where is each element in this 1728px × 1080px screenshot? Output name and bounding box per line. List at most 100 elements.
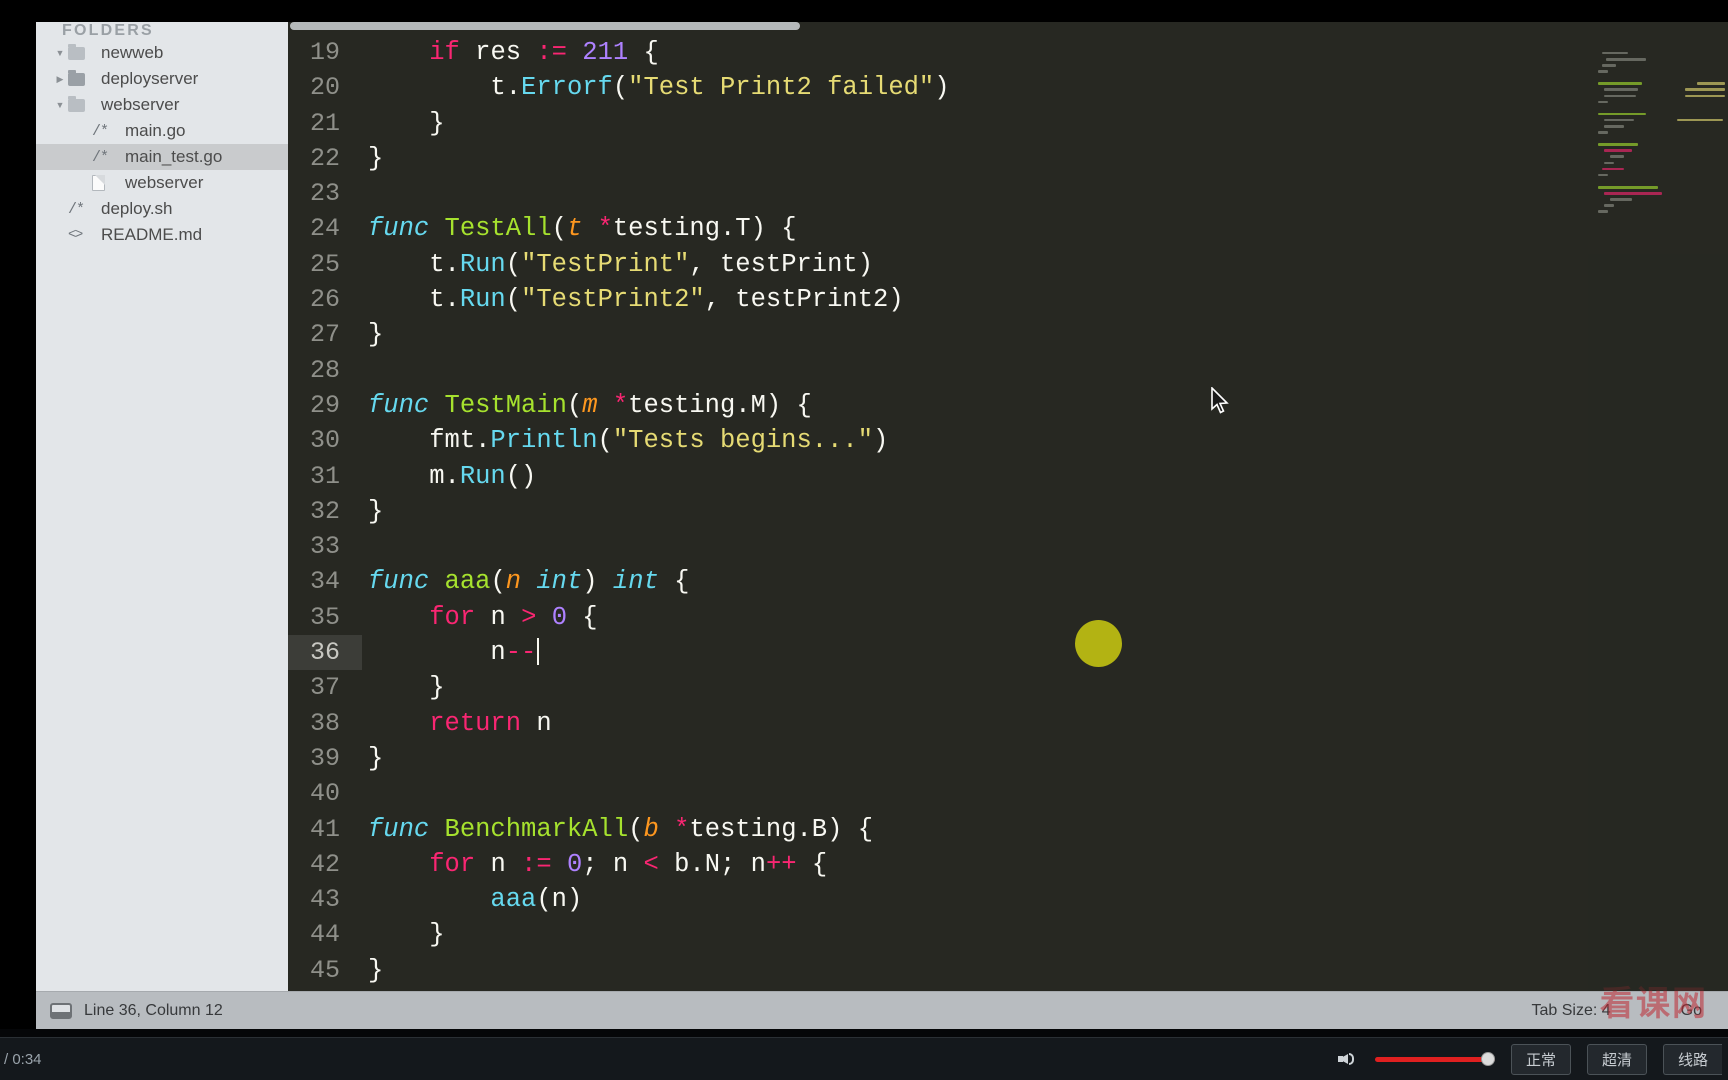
syntax-mode-label[interactable]: Go	[1681, 1002, 1702, 1020]
code-line[interactable]: 31 m.Run()	[288, 459, 1728, 494]
token-fn: TestMain	[444, 390, 567, 420]
code-line-source: }	[362, 106, 1728, 141]
token-kw: :=	[536, 38, 567, 67]
line-number: 36	[288, 635, 362, 671]
letterbox-bottom	[0, 1029, 1728, 1037]
player-right-controls[interactable]: 正常 超清 线路	[1337, 1043, 1728, 1075]
token-star: *	[597, 214, 613, 244]
line-number: 26	[309, 285, 340, 315]
code-line-source: func aaa(n int) int {	[362, 564, 1728, 599]
folder-icon	[68, 95, 92, 112]
code-line[interactable]: 28	[288, 353, 1728, 388]
chevron-right-icon[interactable]: ▶	[52, 74, 68, 85]
code-line[interactable]: 30 fmt.Println("Tests begins...")	[288, 423, 1728, 458]
cursor-position-label: Line 36, Column 12	[84, 1001, 223, 1019]
code-line[interactable]: 35 for n > 0 {	[288, 600, 1728, 635]
token-plain: }	[368, 496, 384, 526]
token-plain: (	[505, 249, 522, 279]
token-plain: }	[368, 920, 445, 950]
token-plain: }	[368, 955, 384, 985]
token-kw: ++	[765, 849, 797, 879]
horizontal-scrollbar[interactable]	[290, 22, 800, 30]
token-meth: Run	[459, 461, 506, 491]
token-fn: BenchmarkAll	[444, 814, 629, 844]
code-line[interactable]: 45}	[288, 953, 1728, 988]
code-lines[interactable]: 19 if res := 211 {20 t.Errorf("Test Prin…	[288, 35, 1728, 991]
token-plain: ()	[505, 461, 537, 491]
file-tree[interactable]: ▼ newweb ▶ deployserver ▼ webserver/* main.go /…	[36, 40, 288, 248]
line-number: 43	[309, 885, 340, 915]
tree-item-main-test-go[interactable]: /* main_test.go	[36, 144, 288, 170]
code-line[interactable]: 43 aaa(n)	[288, 882, 1728, 917]
code-line[interactable]: 29 func TestMain(m *testing.M) {	[288, 388, 1728, 423]
tree-item-webserver[interactable]: ▼ webserver	[36, 92, 288, 118]
tree-item-deploy-sh[interactable]: /* deploy.sh	[36, 196, 288, 222]
code-line[interactable]: 25 t.Run("TestPrint", testPrint)	[288, 247, 1728, 282]
chevron-down-icon[interactable]: ▼	[52, 100, 68, 110]
code-line[interactable]: 21 }	[288, 106, 1728, 141]
quality-line-button[interactable]: 线路	[1662, 1043, 1722, 1075]
video-player-controls[interactable]: / 0:34 正常 超清 线路	[0, 1037, 1728, 1080]
tree-item-deployserver[interactable]: ▶ deployserver	[36, 66, 288, 92]
line-number: 33	[309, 532, 340, 562]
tree-item-webserver[interactable]: webserver	[36, 170, 288, 196]
tab-size-label[interactable]: Tab Size: 4	[1532, 1002, 1611, 1020]
quality-hd-button[interactable]: 超清	[1586, 1043, 1647, 1075]
token-num: 0	[566, 849, 583, 879]
code-line[interactable]: 34 func aaa(n int) int {	[288, 564, 1728, 599]
token-kwf: func	[368, 214, 445, 244]
quality-normal-button[interactable]: 正常	[1510, 1043, 1571, 1075]
tree-item-label: webserver	[101, 95, 180, 114]
code-line[interactable]: 32}	[288, 494, 1728, 529]
file-tree-sidebar[interactable]: FOLDERS ▼ newweb ▶ deployserver ▼ webserver /*…	[36, 22, 288, 991]
code-line[interactable]: 23	[288, 176, 1728, 211]
code-line[interactable]: 26 t.Run("TestPrint2", testPrint2)	[288, 282, 1728, 317]
go-file-icon: /*	[92, 122, 109, 140]
letterbox-left	[0, 0, 36, 1037]
tree-item-label: deployserver	[101, 69, 199, 88]
token-plain: t.	[368, 285, 460, 315]
tree-item-newweb[interactable]: ▼ newweb	[36, 40, 288, 66]
tree-item-label: newweb	[101, 43, 164, 62]
token-plain: {	[628, 38, 659, 67]
code-line[interactable]: 36 n--	[288, 635, 1728, 671]
line-number: 41	[309, 814, 340, 844]
code-line[interactable]: 22}	[288, 141, 1728, 176]
token-plain: }	[368, 108, 445, 138]
letterbox-top	[0, 0, 1728, 22]
tree-item-label: webserver	[125, 173, 204, 192]
token-star: *	[674, 814, 690, 844]
tree-item-readme-md[interactable]: <> README.md	[36, 222, 288, 248]
token-plain: ) {	[750, 214, 797, 244]
token-kwf: int	[612, 567, 659, 597]
volume-speaker-icon[interactable]	[1337, 1048, 1359, 1070]
code-line-source: n--	[362, 635, 1728, 670]
line-number: 23	[309, 179, 340, 209]
line-number: 27	[309, 320, 340, 350]
code-line[interactable]: 33	[288, 529, 1728, 564]
code-line[interactable]: 42 for n := 0; n < b.N; n++ {	[288, 847, 1728, 882]
chevron-down-icon[interactable]: ▼	[52, 48, 68, 58]
tree-item-main-go[interactable]: /* main.go	[36, 118, 288, 144]
token-meth: aaa	[490, 885, 537, 915]
code-line[interactable]: 24 func TestAll(t *testing.T) {	[288, 211, 1728, 246]
code-pane[interactable]: 19 if res := 211 {20 t.Errorf("Test Prin…	[288, 22, 1728, 991]
go-file-icon: /*	[68, 200, 85, 218]
volume-slider[interactable]	[1374, 1051, 1495, 1067]
code-line-source: func TestAll(t *testing.T) {	[362, 211, 1728, 246]
code-line[interactable]: 39}	[288, 741, 1728, 776]
code-line[interactable]: 19 if res := 211 {	[288, 35, 1728, 70]
token-plain: ) {	[765, 390, 812, 420]
code-line[interactable]: 37 }	[288, 670, 1728, 705]
token-par: m	[582, 390, 613, 420]
code-line[interactable]: 40	[288, 776, 1728, 811]
code-line[interactable]: 41 func BenchmarkAll(b *testing.B) {	[288, 812, 1728, 847]
code-line[interactable]: 38 return n	[288, 706, 1728, 741]
code-line[interactable]: 27}	[288, 317, 1728, 352]
code-line[interactable]: 44 }	[288, 917, 1728, 952]
code-line[interactable]: 20 t.Errorf("Test Print2 failed")	[288, 70, 1728, 105]
code-line-source: if res := 211 {	[362, 35, 1728, 70]
